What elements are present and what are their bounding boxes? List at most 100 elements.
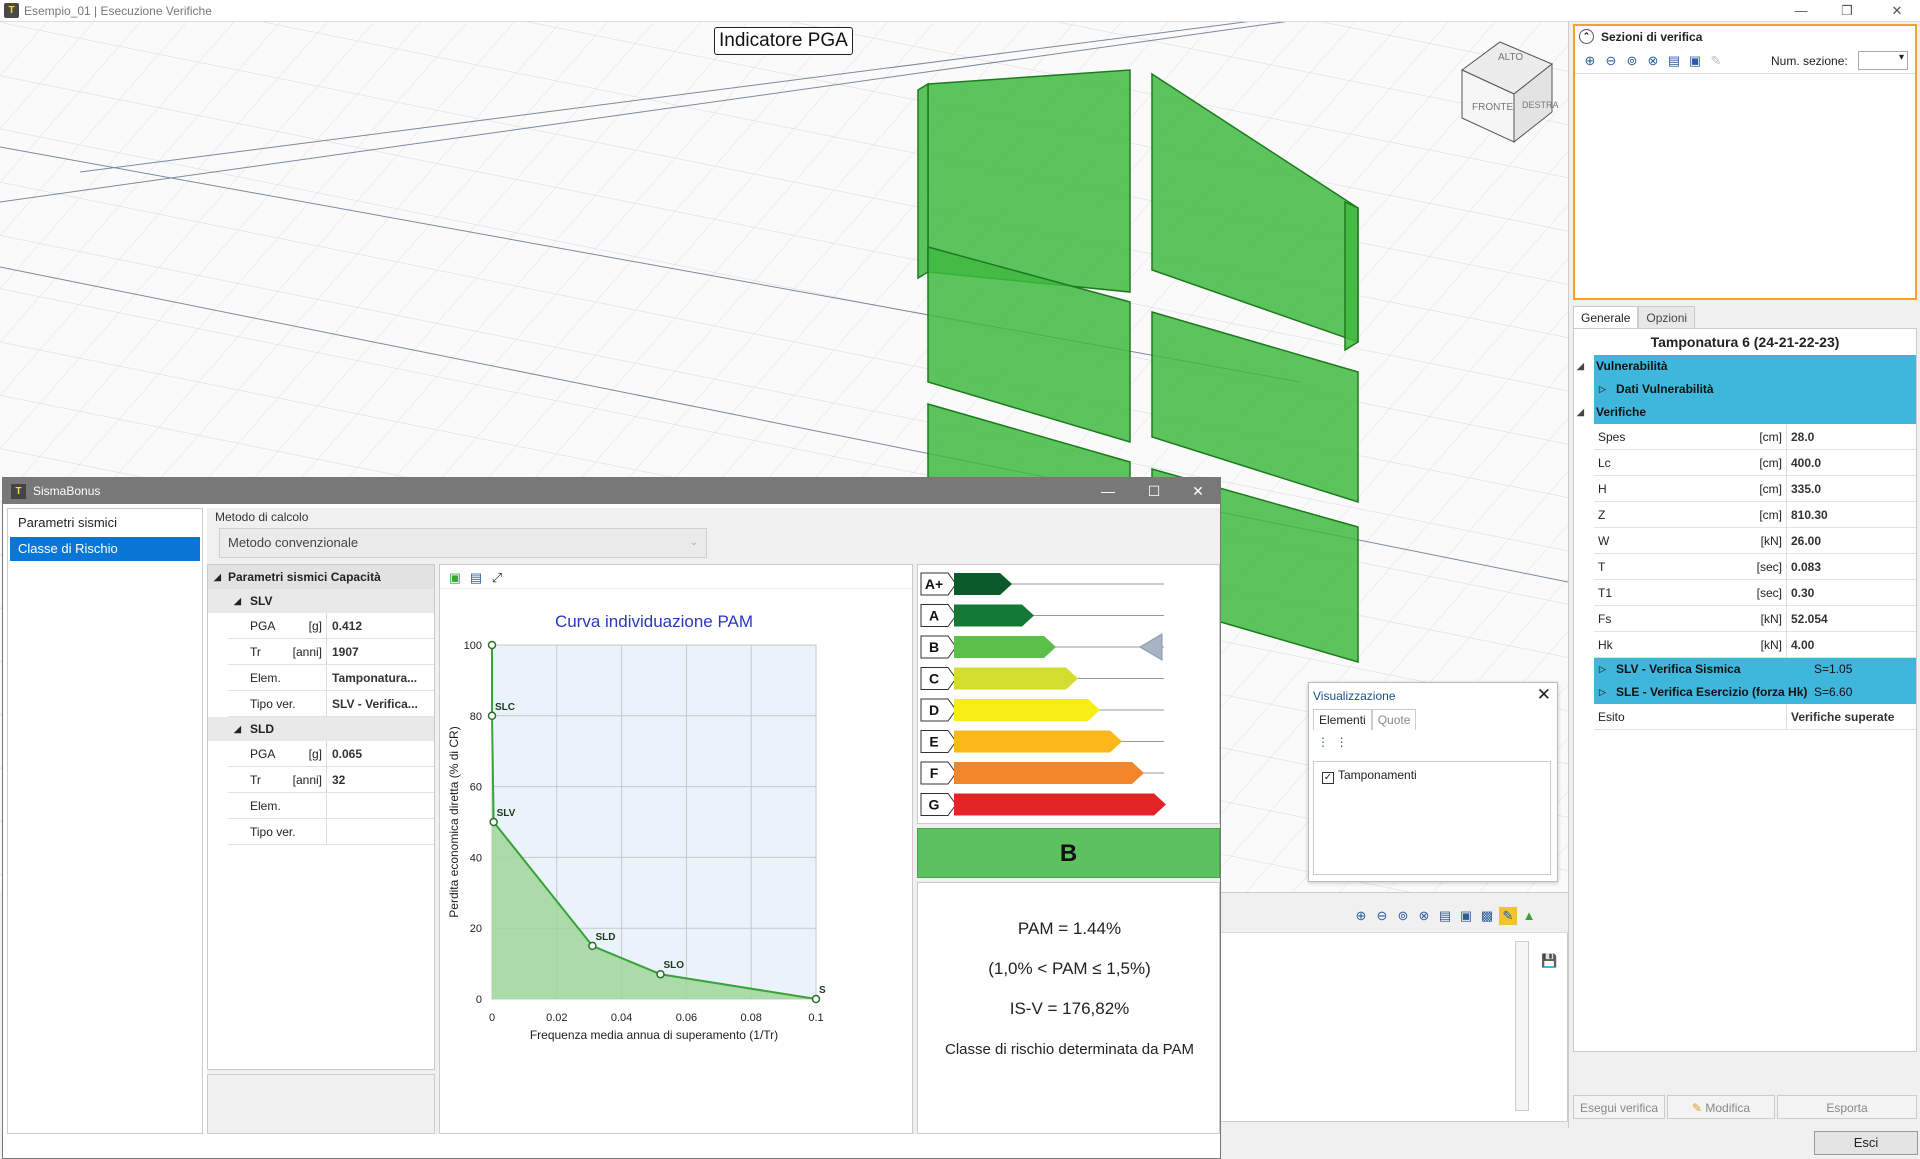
- visualizzazione-panel: Visualizzazione ✕ Elementi Quote ⋮ ⋮ ✓ Tam…: [1308, 682, 1558, 882]
- class-bar: [954, 573, 1012, 595]
- nav-parametri-sismici[interactable]: Parametri sismici: [10, 511, 200, 535]
- zoom-window-icon[interactable]: ⊗: [1644, 52, 1662, 70]
- dialog-close-button[interactable]: ✕: [1175, 478, 1221, 504]
- tab-generale[interactable]: Generale: [1573, 306, 1639, 328]
- layout-icon[interactable]: ▩: [1478, 907, 1496, 925]
- app-icon: T: [11, 484, 26, 499]
- risk-class-result: B: [917, 828, 1220, 878]
- collapse-triangle-icon: ◢: [214, 572, 221, 582]
- zoom-in-icon[interactable]: ⊕: [1352, 907, 1370, 925]
- close-icon[interactable]: ✕: [1537, 685, 1551, 705]
- y-tick-label: 100: [464, 640, 482, 652]
- nav-classe-di-rischio[interactable]: Classe di Rischio: [10, 537, 200, 561]
- category-vulnerabilita[interactable]: ◢ Vulnerabilità: [1577, 355, 1916, 378]
- zoom-in-icon[interactable]: ⊕: [1581, 52, 1599, 70]
- sezioni-title: Sezioni di verifica: [1601, 30, 1703, 44]
- cube-front-label: FRONTE: [1472, 102, 1513, 113]
- property-row: Spes [cm] 28.0: [1594, 424, 1916, 450]
- expand-collapse-icons[interactable]: ⋮ ⋮: [1317, 735, 1348, 749]
- sld-group[interactable]: ◢ SLD: [208, 717, 434, 741]
- class-bar: [954, 730, 1122, 753]
- window-title: Esempio_01 | Esecuzione Verifiche: [24, 4, 212, 18]
- category-slv-verifica[interactable]: ▷ SLV - Verifica Sismica S=1.05: [1594, 658, 1916, 681]
- pam-point: [489, 817, 498, 827]
- selected-class-pointer: [1139, 633, 1163, 661]
- params-header[interactable]: ◢ Parametri sismici Capacità: [208, 565, 434, 589]
- tab-opzioni[interactable]: Opzioni: [1638, 306, 1696, 328]
- zoom-all-icon[interactable]: ⊚: [1623, 52, 1641, 70]
- app-icon: T: [4, 3, 19, 18]
- slv-param-row: PGA [g] 0.412: [228, 613, 434, 639]
- risk-class-svg: A+ ABCDEFG: [920, 572, 1166, 816]
- chart-icon[interactable]: ▲: [1520, 907, 1538, 925]
- restore-button[interactable]: ❐: [1824, 0, 1870, 22]
- tab-quote[interactable]: Quote: [1371, 709, 1417, 730]
- esporta-button[interactable]: Esporta: [1777, 1095, 1917, 1119]
- image-icon[interactable]: ▣: [1457, 907, 1475, 925]
- class-label: D: [929, 702, 939, 718]
- property-grid: Tamponatura 6 (24-21-22-23) ◢ Vulnerabili…: [1573, 328, 1917, 1052]
- minimize-button[interactable]: —: [1778, 0, 1824, 22]
- category-verifiche[interactable]: ◢ Verifiche: [1577, 401, 1916, 424]
- pam-chart: 0 0.02 0.04 0.06 0.08 0.1 0 20 40 60 80 100 SLC SLV SL…: [447, 612, 826, 1042]
- collapse-icon[interactable]: ⌃: [1579, 29, 1594, 44]
- collapse-triangle-icon: ◢: [1577, 361, 1584, 371]
- expand-triangle-icon: ▷: [1599, 664, 1606, 674]
- cube-top-label: ALTO: [1498, 52, 1523, 63]
- pdf-icon[interactable]: ▤: [1665, 52, 1683, 70]
- close-button[interactable]: ✕: [1874, 0, 1920, 22]
- esegui-verifica-button[interactable]: Esegui verifica: [1573, 1095, 1665, 1119]
- x-tick-label: 0.02: [546, 1012, 567, 1024]
- visualization-icon[interactable]: ✎: [1499, 907, 1517, 925]
- pencil-icon[interactable]: ✎: [1707, 52, 1725, 70]
- zoom-out-icon[interactable]: ⊖: [1602, 52, 1620, 70]
- y-tick-label: 40: [470, 852, 482, 864]
- dialog-minimize-button[interactable]: —: [1085, 478, 1131, 504]
- num-sezione-select[interactable]: ▾: [1858, 51, 1908, 70]
- x-tick-label: 0.04: [611, 1012, 632, 1024]
- slv-group[interactable]: ◢ SLV: [208, 589, 434, 613]
- zoom-all-icon[interactable]: ⊚: [1394, 907, 1412, 925]
- property-row: T1 [sec] 0.30: [1594, 580, 1916, 606]
- image-icon[interactable]: ▣: [1686, 52, 1704, 70]
- collapse-triangle-icon: ◢: [234, 596, 241, 606]
- class-bar: [954, 667, 1078, 690]
- elementi-list: ✓ Tamponamenti: [1313, 761, 1551, 875]
- pam-point: [487, 711, 497, 721]
- visualizzazione-title: Visualizzazione: [1313, 689, 1396, 703]
- sld-param-row: Tipo ver.: [228, 819, 434, 845]
- dialog-maximize-button[interactable]: ☐: [1131, 478, 1177, 504]
- class-bar: [954, 636, 1056, 658]
- modifica-button[interactable]: ✎ Modifica: [1667, 1095, 1775, 1119]
- property-row: T [sec] 0.083: [1594, 554, 1916, 580]
- element-title: Tamponatura 6 (24-21-22-23): [1650, 334, 1840, 350]
- slv-param-row: Tipo ver. SLV - Verifica...: [228, 691, 434, 717]
- checkbox-icon[interactable]: ✓: [1322, 772, 1334, 784]
- point-label: S: [819, 985, 826, 996]
- pdf-icon[interactable]: ▤: [1436, 907, 1454, 925]
- property-row: H [cm] 335.0: [1594, 476, 1916, 502]
- property-row: Lc [cm] 400.0: [1594, 450, 1916, 476]
- property-row: Fs [kN] 52.054: [1594, 606, 1916, 632]
- sld-param-row: PGA [g] 0.065: [228, 741, 434, 767]
- classe-note: Classe di rischio determinata da PAM: [945, 1041, 1194, 1058]
- sezioni-di-verifica-panel: ⌃ Sezioni di verifica ⊕ ⊖ ⊚ ⊗ ▤ ▣ ✎ Num. sezion…: [1573, 24, 1917, 300]
- y-tick-label: 20: [470, 923, 482, 935]
- property-row: Z [cm] 810.30: [1594, 502, 1916, 528]
- save-icon[interactable]: 💾: [1541, 953, 1557, 969]
- metodo-select[interactable]: Metodo convenzionale ⌄: [219, 528, 707, 558]
- slv-param-row: Tr [anni] 1907: [228, 639, 434, 665]
- export-chart-icon[interactable]: ▣: [446, 569, 464, 587]
- tab-elementi[interactable]: Elementi: [1313, 709, 1372, 730]
- fullscreen-icon[interactable]: ⤢: [488, 569, 506, 587]
- output-scrollbar[interactable]: [1515, 941, 1529, 1111]
- tamponamenti-checkbox[interactable]: ✓ Tamponamenti: [1322, 768, 1417, 784]
- category-dati-vulnerabilita[interactable]: ▷ Dati Vulnerabilità: [1594, 378, 1916, 401]
- x-axis-label: Frequenza media annua di superamento (1/…: [530, 1028, 778, 1042]
- category-sle-verifica[interactable]: ▷ SLE - Verifica Esercizio (forza Hk) S=6.…: [1594, 681, 1916, 704]
- x-tick-label: 0.08: [740, 1012, 761, 1024]
- esci-button[interactable]: Esci: [1814, 1131, 1918, 1155]
- zoom-window-icon[interactable]: ⊗: [1415, 907, 1433, 925]
- image-icon[interactable]: ▤: [467, 569, 485, 587]
- zoom-out-icon[interactable]: ⊖: [1373, 907, 1391, 925]
